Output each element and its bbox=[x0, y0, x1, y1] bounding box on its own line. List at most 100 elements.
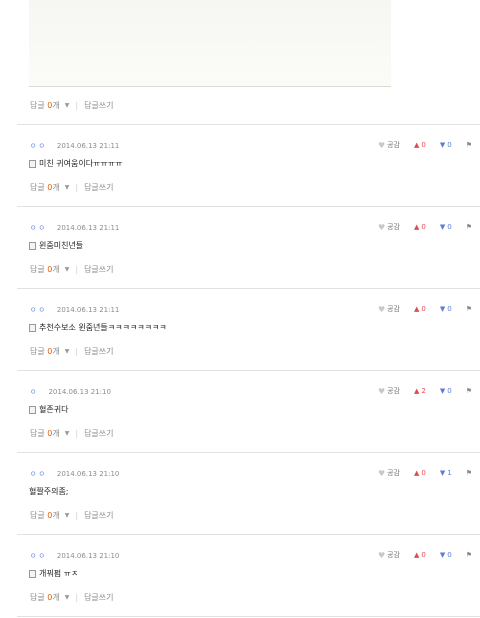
heart-icon: ♥ bbox=[377, 468, 386, 478]
reply-toggle[interactable]: 답글 0개 bbox=[30, 182, 60, 193]
thumbs-up-button[interactable]: ▲ 0 bbox=[414, 469, 426, 477]
comment-reply-row: 답글 0개 ▼ | 답글쓰기 bbox=[30, 510, 114, 521]
comment-author[interactable]: ㅇㅇ bbox=[30, 141, 47, 151]
comment-item: ㅇㅇ 2014.06.13 21:11 ♥ 공감 ▲ 0 ▼ 0 ⚑ 윈줌미친년… bbox=[0, 206, 480, 288]
report-icon[interactable]: ⚑ bbox=[466, 305, 472, 313]
thumbs-down-button[interactable]: ▼ 1 bbox=[440, 469, 452, 477]
comment-text: 추천수보소 윈줌년들ㅋㅋㅋㅋㅋㅋㅋㅋ bbox=[39, 323, 167, 332]
chevron-down-icon[interactable]: ▼ bbox=[65, 348, 70, 355]
reply-toggle[interactable]: 답글 0개 bbox=[30, 100, 60, 111]
up-count: 0 bbox=[421, 469, 426, 477]
report-icon[interactable]: ⚑ bbox=[466, 469, 472, 477]
reply-write-link[interactable]: 답글쓰기 bbox=[84, 100, 113, 111]
report-icon[interactable]: ⚑ bbox=[466, 223, 472, 231]
up-count: 0 bbox=[421, 305, 426, 313]
comment-meta: ㅇㅇ 2014.06.13 21:11 bbox=[30, 141, 119, 151]
comment-reply-row: 답글 0개 ▼ | 답글쓰기 bbox=[30, 264, 114, 275]
post-image bbox=[29, 0, 391, 87]
reply-write-link[interactable]: 답글쓰기 bbox=[84, 510, 113, 521]
comment-text: 미친 귀여움이다ㅠㅠㅠㅠ bbox=[39, 159, 123, 168]
thumbs-down-icon: ▼ bbox=[439, 305, 446, 313]
reply-toggle[interactable]: 답글 0개 bbox=[30, 510, 60, 521]
chevron-down-icon[interactable]: ▼ bbox=[65, 102, 70, 109]
reply-write-link[interactable]: 답글쓰기 bbox=[84, 592, 113, 603]
comment-text: 혈존귀다 bbox=[39, 405, 69, 414]
separator: | bbox=[75, 265, 79, 274]
heart-icon: ♥ bbox=[377, 222, 386, 232]
comment-divider bbox=[17, 616, 480, 617]
thumbs-down-icon: ▼ bbox=[439, 551, 446, 559]
thumbs-up-button[interactable]: ▲ 0 bbox=[414, 141, 426, 149]
comment-text: 개꿔펌 ㅠㅈ bbox=[39, 569, 79, 578]
thumbs-down-button[interactable]: ▼ 0 bbox=[440, 387, 452, 395]
comment-time: 2014.06.13 21:10 bbox=[48, 388, 111, 396]
like-button[interactable]: ♥ 공감 bbox=[378, 550, 400, 560]
separator: | bbox=[75, 347, 79, 356]
thumbs-up-icon: ▲ bbox=[414, 387, 420, 395]
down-count: 1 bbox=[447, 469, 452, 477]
report-icon[interactable]: ⚑ bbox=[466, 551, 472, 559]
report-icon[interactable]: ⚑ bbox=[466, 141, 472, 149]
comment-actions: ♥ 공감 ▲ 0 ▼ 0 ⚑ bbox=[378, 550, 472, 560]
comment-author[interactable]: ㅇ bbox=[30, 387, 38, 397]
thumbs-down-button[interactable]: ▼ 0 bbox=[440, 305, 452, 313]
heart-icon: ♥ bbox=[377, 304, 386, 314]
comment-body: 윈줌미친년들 bbox=[29, 240, 83, 251]
like-label: 공감 bbox=[387, 223, 400, 231]
comment-actions: ♥ 공감 ▲ 0 ▼ 0 ⚑ bbox=[378, 304, 472, 314]
thumbs-down-button[interactable]: ▼ 0 bbox=[440, 141, 452, 149]
down-count: 0 bbox=[447, 387, 452, 395]
like-button[interactable]: ♥ 공감 bbox=[378, 222, 400, 232]
comment-author[interactable]: ㅇㅇ bbox=[30, 223, 47, 233]
separator: | bbox=[75, 100, 79, 110]
document-icon bbox=[29, 159, 36, 168]
like-button[interactable]: ♥ 공감 bbox=[378, 304, 400, 314]
chevron-down-icon[interactable]: ▼ bbox=[65, 184, 70, 191]
separator: | bbox=[75, 429, 79, 438]
document-icon bbox=[29, 569, 36, 578]
chevron-down-icon[interactable]: ▼ bbox=[65, 266, 70, 273]
down-count: 0 bbox=[447, 551, 452, 559]
chevron-down-icon[interactable]: ▼ bbox=[65, 512, 70, 519]
comment-reply-row: 답글 0개 ▼ | 답글쓰기 bbox=[30, 592, 114, 603]
reply-write-link[interactable]: 답글쓰기 bbox=[84, 264, 113, 275]
comment-author[interactable]: ㅇㅇ bbox=[30, 469, 47, 479]
thumbs-down-button[interactable]: ▼ 0 bbox=[440, 223, 452, 231]
reply-toggle[interactable]: 답글 0개 bbox=[30, 592, 60, 603]
thumbs-up-button[interactable]: ▲ 0 bbox=[414, 223, 426, 231]
reply-write-link[interactable]: 답글쓰기 bbox=[84, 428, 113, 439]
chevron-down-icon[interactable]: ▼ bbox=[65, 430, 70, 437]
up-count: 0 bbox=[421, 223, 426, 231]
like-button[interactable]: ♥ 공감 bbox=[378, 468, 400, 478]
thumbs-up-button[interactable]: ▲ 0 bbox=[414, 305, 426, 313]
thumbs-up-icon: ▲ bbox=[414, 551, 420, 559]
thumbs-down-icon: ▼ bbox=[439, 141, 446, 149]
comment-author[interactable]: ㅇㅇ bbox=[30, 305, 47, 315]
comment-time: 2014.06.13 21:11 bbox=[56, 142, 120, 150]
chevron-down-icon[interactable]: ▼ bbox=[65, 594, 70, 601]
comment-time: 2014.06.13 21:10 bbox=[56, 470, 120, 478]
thumbs-down-button[interactable]: ▼ 0 bbox=[440, 551, 452, 559]
comment-author[interactable]: ㅇㅇ bbox=[30, 551, 47, 561]
reply-toggle[interactable]: 답글 0개 bbox=[30, 346, 60, 357]
reply-write-link[interactable]: 답글쓰기 bbox=[84, 182, 113, 193]
reply-toggle[interactable]: 답글 0개 bbox=[30, 428, 60, 439]
up-count: 0 bbox=[421, 551, 426, 559]
thumbs-up-icon: ▲ bbox=[414, 223, 420, 231]
separator: | bbox=[75, 511, 79, 520]
thumbs-up-icon: ▲ bbox=[414, 305, 420, 313]
down-count: 0 bbox=[447, 305, 452, 313]
report-icon[interactable]: ⚑ bbox=[466, 387, 472, 395]
like-button[interactable]: ♥ 공감 bbox=[378, 386, 400, 396]
like-button[interactable]: ♥ 공감 bbox=[378, 140, 400, 150]
comment-reply-row: 답글 0개 ▼ | 답글쓰기 bbox=[30, 182, 114, 193]
up-count: 2 bbox=[421, 387, 426, 395]
up-count: 0 bbox=[421, 141, 426, 149]
thumbs-up-button[interactable]: ▲ 0 bbox=[414, 551, 426, 559]
thumbs-up-button[interactable]: ▲ 2 bbox=[414, 387, 426, 395]
document-icon bbox=[29, 323, 36, 332]
reply-toggle[interactable]: 답글 0개 bbox=[30, 264, 60, 275]
reply-write-link[interactable]: 답글쓰기 bbox=[84, 346, 113, 357]
like-label: 공감 bbox=[387, 387, 400, 395]
thumbs-down-icon: ▼ bbox=[439, 469, 446, 477]
